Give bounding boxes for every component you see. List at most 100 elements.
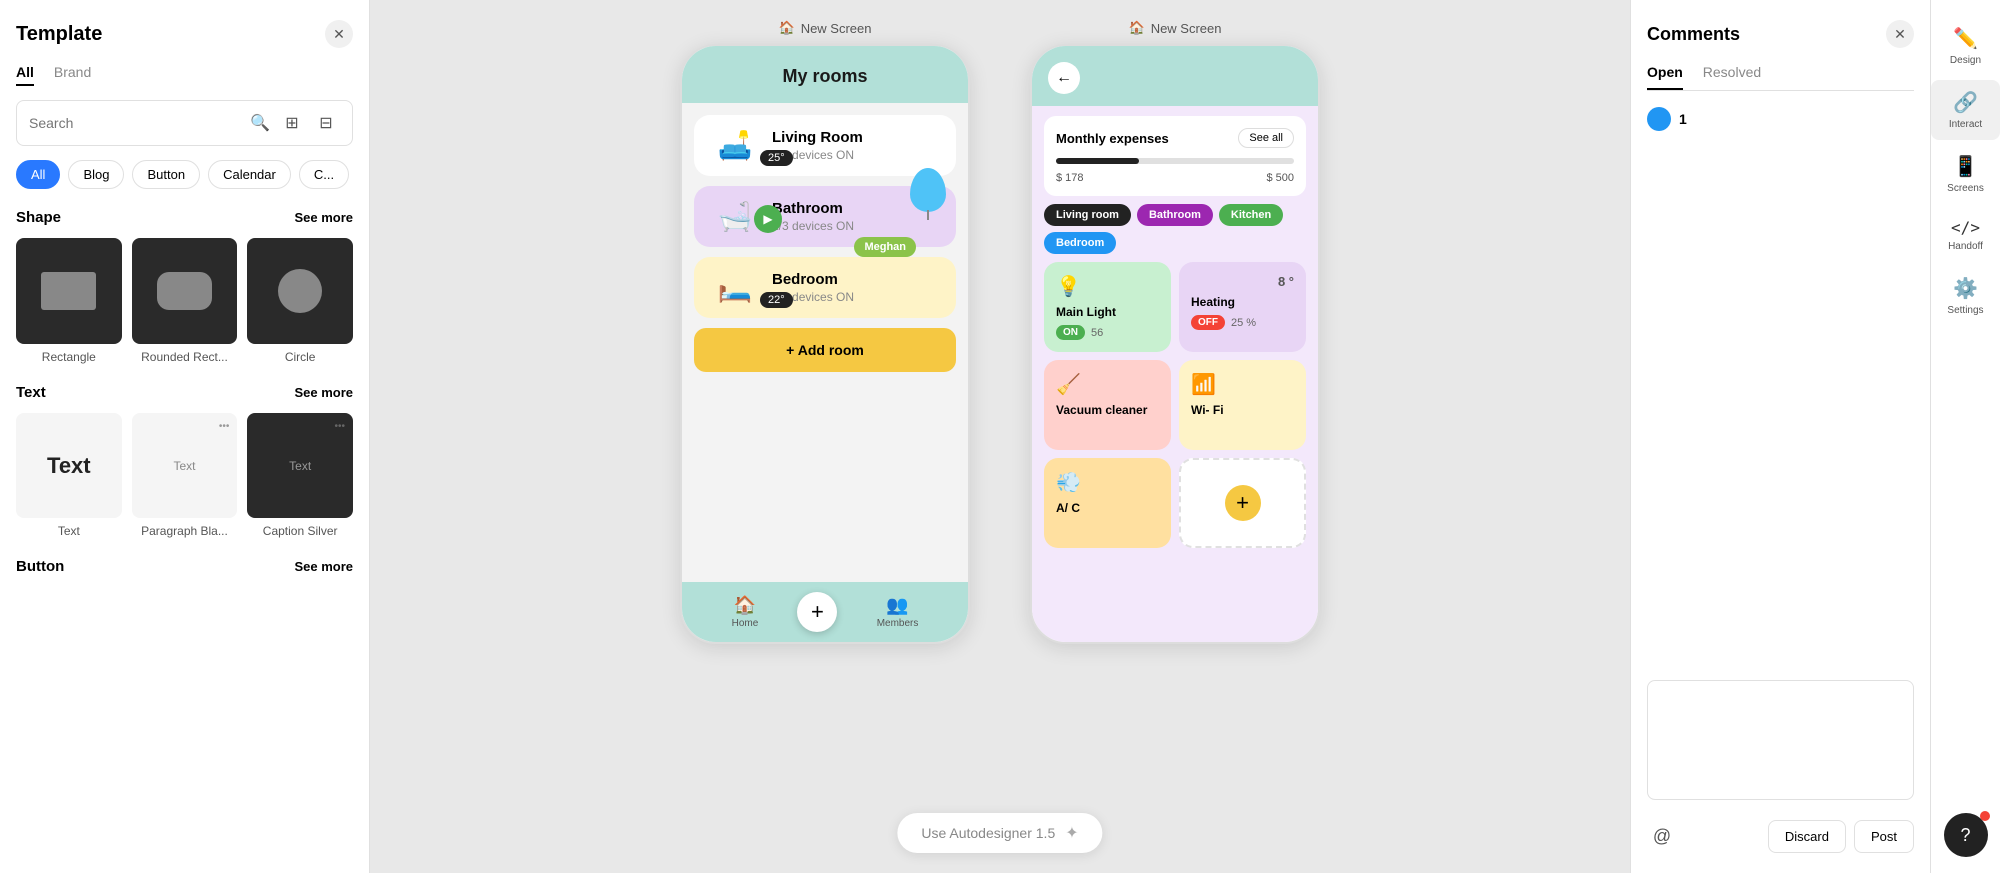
grid-large-button[interactable]: ⊟ (312, 109, 340, 137)
post-button[interactable]: Post (1854, 820, 1914, 853)
device-wifi[interactable]: 📶 Wi- Fi (1179, 360, 1306, 450)
design-label: Design (1950, 55, 1981, 66)
phone1-bg: My rooms 🛋️ Living Room 3/5 devices ON 2… (682, 46, 968, 642)
ac-name: A/ C (1056, 501, 1159, 515)
text-item-text[interactable]: Text Text (16, 413, 122, 539)
add-device-icon: + (1225, 485, 1261, 521)
comment-input[interactable] (1647, 680, 1914, 800)
text-thumb-text: Text (16, 413, 122, 519)
room-card-bathroom[interactable]: 🛁 Bathroom 1/3 devices ON ▶ Meghan (694, 186, 956, 247)
filter-bathroom[interactable]: Bathroom (1137, 204, 1213, 226)
living-room-info: Living Room 3/5 devices ON (772, 129, 940, 162)
caption-label: Caption Silver (263, 524, 338, 538)
toolbar-settings[interactable]: ⚙️ Settings (1931, 266, 2000, 326)
filter-more[interactable]: C... (299, 160, 349, 189)
screens-label: Screens (1947, 183, 1984, 194)
text-item-paragraph[interactable]: ••• Text Paragraph Bla... (132, 413, 238, 539)
text-thumb-caption: ••• Text (247, 413, 353, 519)
panel-header: Template ✕ (16, 20, 353, 48)
center-canvas: 🏠 New Screen My rooms 🛋️ Living Room 3/5… (370, 0, 1630, 873)
comments-header: Comments ✕ (1647, 20, 1914, 48)
members-icon: 👥 (886, 595, 908, 616)
filter-bedroom[interactable]: Bedroom (1044, 232, 1116, 254)
bathroom-icon: 🛁 (710, 200, 760, 233)
tab-open[interactable]: Open (1647, 64, 1683, 90)
mention-button[interactable]: @ (1647, 822, 1677, 852)
screen1-title: New Screen (801, 21, 872, 36)
toolbar-screens[interactable]: 📱 Screens (1931, 144, 2000, 204)
living-room-devices: 3/5 devices ON (772, 148, 940, 162)
room-card-living[interactable]: 🛋️ Living Room 3/5 devices ON 25° (694, 115, 956, 176)
heating-name: Heating (1191, 295, 1294, 309)
left-panel: Template ✕ All Brand 🔍 ⊞ ⊟ All Blog Butt… (0, 0, 370, 873)
heating-degree: 8 ° (1278, 274, 1294, 289)
toolbar-design[interactable]: ✏️ Design (1931, 16, 2000, 76)
room-card-bedroom[interactable]: 🛏️ Bedroom 1/5 devices ON 22° (694, 257, 956, 318)
main-light-value: 56 (1091, 327, 1103, 339)
grid-small-button[interactable]: ⊞ (278, 109, 306, 137)
design-icon: ✏️ (1953, 26, 1978, 51)
filter-calendar[interactable]: Calendar (208, 160, 291, 189)
device-ac[interactable]: 💨 A/ C (1044, 458, 1171, 548)
screens-row: 🏠 New Screen My rooms 🛋️ Living Room 3/5… (680, 0, 1320, 644)
tab-brand[interactable]: Brand (54, 64, 91, 86)
filter-kitchen[interactable]: Kitchen (1219, 204, 1283, 226)
toolbar-interact[interactable]: 🔗 Interact (1931, 80, 2000, 140)
filter-blog[interactable]: Blog (68, 160, 124, 189)
search-input[interactable] (29, 115, 242, 131)
back-button[interactable]: ← (1048, 62, 1080, 94)
text-item-caption[interactable]: ••• Text Caption Silver (247, 413, 353, 539)
help-button[interactable]: ? (1944, 813, 1988, 857)
filter-button[interactable]: Button (132, 160, 200, 189)
text-see-more[interactable]: See more (294, 385, 353, 400)
view-toggle: ⊞ ⊟ (278, 109, 340, 137)
button-section-title: Button (16, 558, 64, 575)
comments-tabs: Open Resolved (1647, 64, 1914, 91)
rectangle-thumb (16, 238, 122, 344)
paragraph-dots: ••• (219, 421, 230, 432)
panel-tabs: All Brand (16, 64, 353, 86)
room-filters: Living room Bathroom Kitchen Bedroom (1044, 204, 1306, 254)
autodesigner-bar[interactable]: Use Autodesigner 1.5 ✦ (897, 813, 1102, 853)
screen2-container: 🏠 New Screen ← Monthly expenses See all (1030, 20, 1320, 644)
bedroom-icon: 🛏️ (710, 271, 760, 304)
shape-rectangle[interactable]: Rectangle (16, 238, 122, 364)
filter-all[interactable]: All (16, 160, 60, 189)
discard-button[interactable]: Discard (1768, 820, 1846, 853)
toolbar-handoff[interactable]: </> Handoff (1931, 208, 2000, 262)
add-device-card[interactable]: + (1179, 458, 1306, 548)
nav-members[interactable]: 👥 Members (877, 595, 919, 629)
device-vacuum[interactable]: 🧹 Vacuum cleaner (1044, 360, 1171, 450)
meghan-badge: Meghan (854, 237, 916, 257)
bedroom-room-info: Bedroom 1/5 devices ON (772, 271, 940, 304)
shape-see-more[interactable]: See more (294, 210, 353, 225)
screen1-icon: 🏠 (779, 20, 795, 36)
handoff-label: Handoff (1948, 241, 1983, 252)
text-section-header: Text See more (16, 384, 353, 401)
button-see-more[interactable]: See more (294, 559, 353, 574)
shape-rounded-rect[interactable]: Rounded Rect... (132, 238, 238, 364)
bathroom-room-devices: 1/3 devices ON (772, 219, 940, 233)
close-button[interactable]: ✕ (325, 20, 353, 48)
screen2-icon: 🏠 (1129, 20, 1145, 36)
nav-home[interactable]: 🏠 Home (732, 595, 759, 629)
device-heating[interactable]: 8 ° Heating OFF 25 % (1179, 262, 1306, 352)
tab-all[interactable]: All (16, 64, 34, 86)
add-room-button[interactable]: + Add room (694, 328, 956, 372)
expense-min: $ 178 (1056, 172, 1084, 184)
shape-circle[interactable]: Circle (247, 238, 353, 364)
device-main-light[interactable]: 💡 Main Light ON 56 (1044, 262, 1171, 352)
text-label-text: Text (58, 524, 80, 538)
search-icon[interactable]: 🔍 (250, 113, 270, 133)
tab-resolved[interactable]: Resolved (1703, 64, 1761, 90)
settings-icon: ⚙️ (1953, 276, 1978, 301)
comments-close-button[interactable]: ✕ (1886, 20, 1914, 48)
screen2-title: New Screen (1151, 21, 1222, 36)
see-all-button[interactable]: See all (1238, 128, 1294, 148)
circle-label: Circle (285, 350, 316, 364)
filter-living-room[interactable]: Living room (1044, 204, 1131, 226)
plus-fab[interactable]: + (797, 592, 837, 632)
rounded-rect-visual (157, 272, 212, 310)
text-preview-large: Text (47, 453, 91, 479)
paragraph-label: Paragraph Bla... (141, 524, 228, 538)
